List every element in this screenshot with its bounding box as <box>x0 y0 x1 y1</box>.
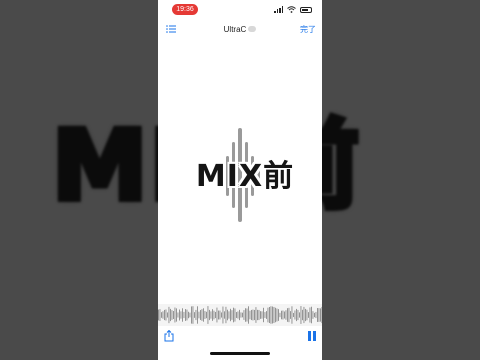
share-icon[interactable] <box>164 330 174 342</box>
signal-icon <box>274 6 283 13</box>
status-time: 19:36 <box>172 4 198 15</box>
status-bar: 19:36 <box>158 0 322 18</box>
playback-bar <box>158 326 322 346</box>
status-icons <box>274 5 312 14</box>
nav-title[interactable]: UltraC <box>158 24 322 36</box>
mix-caption: MIX前 <box>195 159 295 194</box>
home-indicator <box>210 352 270 355</box>
nav-title-text: UltraC <box>223 25 247 34</box>
nav-bar: UltraC 完了 <box>158 20 322 40</box>
battery-icon <box>300 6 312 13</box>
done-button[interactable]: 完了 <box>300 24 316 36</box>
phone-screen: 19:36 UltraC 完了 MIX前 <box>158 0 322 360</box>
waveform[interactable] <box>158 304 322 326</box>
artwork: MIX前 <box>158 120 322 230</box>
wifi-icon <box>287 6 296 13</box>
chevron-down-icon <box>248 25 257 32</box>
pause-button[interactable] <box>308 331 316 341</box>
